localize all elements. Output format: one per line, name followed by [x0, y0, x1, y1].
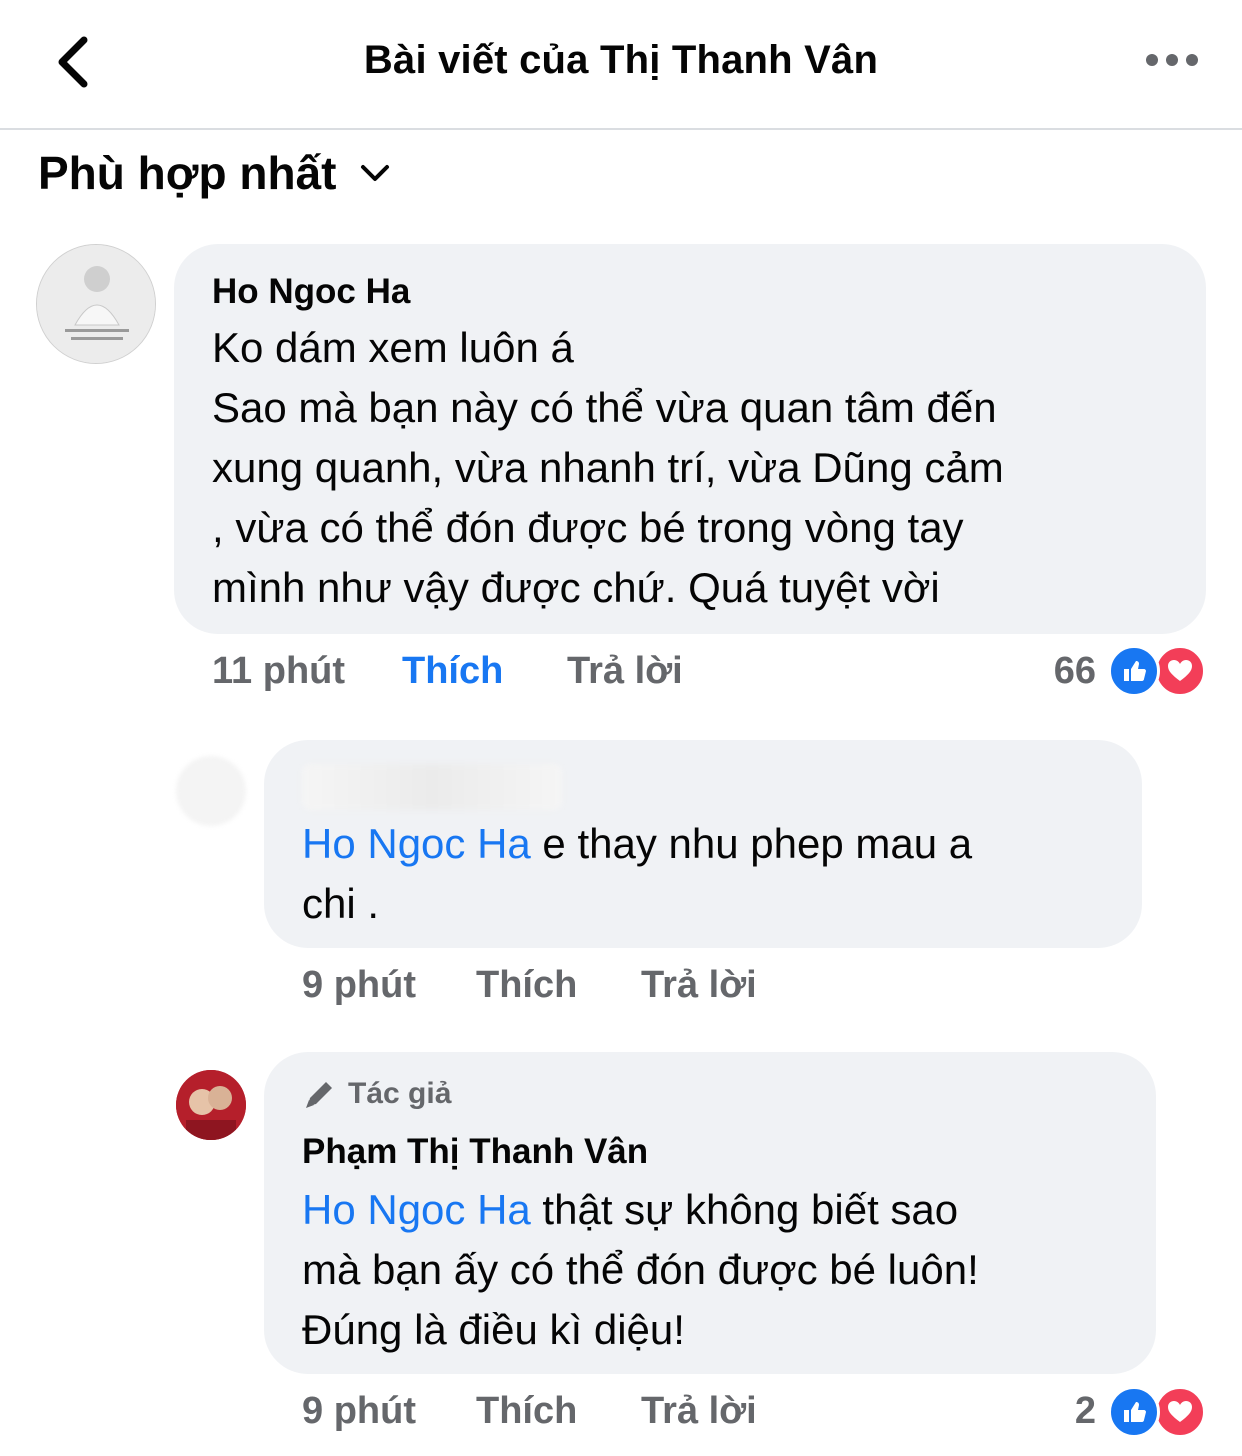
comment-author[interactable]: Ho Ngoc Ha: [212, 272, 410, 312]
reaction-count[interactable]: 66: [1000, 650, 1096, 693]
reply-text-line: Ho Ngoc Ha thật sự không biết sao: [302, 1180, 958, 1239]
chevron-down-icon: [361, 165, 390, 181]
avatar[interactable]: [36, 244, 156, 364]
sort-label: Phù hợp nhất: [38, 147, 337, 199]
reply-text-line: chi .: [302, 880, 380, 927]
like-button[interactable]: Thích: [476, 964, 577, 1007]
comment-timestamp: 9 phút: [302, 1390, 416, 1432]
comment-author[interactable]: Phạm Thị Thanh Vân: [302, 1132, 648, 1172]
top-bar: Bài viết của Thị Thanh Vân: [0, 0, 1242, 130]
reaction-summary[interactable]: [1108, 1386, 1208, 1438]
author-badge-label: Tác giả: [348, 1077, 452, 1110]
more-options-button[interactable]: [1140, 42, 1204, 78]
avatar[interactable]: [176, 756, 246, 826]
reply-text-line: mà bạn ấy có thể đón được bé luôn!: [302, 1246, 979, 1293]
comment-text-line: Ko dám xem luôn á: [212, 324, 574, 371]
reply-text-line: Ho Ngoc Ha e thay nhu phep mau a: [302, 814, 972, 873]
love-reaction-icon: [1154, 645, 1206, 697]
reply-text: e thay nhu phep mau a: [530, 820, 973, 867]
like-reaction-icon: [1108, 1386, 1160, 1438]
page-title: Bài viết của Thị Thanh Vân: [363, 38, 879, 82]
comment-sort-dropdown[interactable]: Phù hợp nhất: [38, 146, 390, 200]
reply-button[interactable]: Trả lời: [641, 1390, 757, 1433]
reaction-count[interactable]: 2: [1000, 1390, 1096, 1433]
comment-text-line: , vừa có thể đón được bé trong vòng tay: [212, 504, 964, 551]
mention-link[interactable]: Ho Ngoc Ha: [302, 1186, 531, 1233]
blurred-author-name: [302, 764, 562, 810]
like-reaction-icon: [1108, 645, 1160, 697]
reply-button[interactable]: Trả lời: [641, 964, 757, 1007]
love-reaction-icon: [1154, 1386, 1206, 1438]
pencil-icon: [306, 1082, 332, 1108]
like-button[interactable]: Thích: [402, 650, 503, 693]
comment-text-line: mình như vậy được chứ. Quá tuyệt vời: [212, 564, 940, 611]
reaction-summary[interactable]: [1108, 645, 1208, 697]
like-button[interactable]: Thích: [476, 1390, 577, 1433]
reply-button[interactable]: Trả lời: [567, 650, 683, 693]
author-badge: Tác giả: [302, 1076, 451, 1112]
more-dots-icon: [1146, 54, 1198, 66]
reply-text-line: Đúng là điều kì diệu!: [302, 1306, 685, 1353]
comment-timestamp: 9 phút: [302, 964, 416, 1006]
comment-timestamp: 11 phút: [212, 650, 346, 692]
comment-text-line: xung quanh, vừa nhanh trí, vừa Dũng cảm: [212, 444, 1004, 491]
comment-text-line: Sao mà bạn này có thể vừa quan tâm đến: [212, 384, 997, 431]
reply-text: thật sự không biết sao: [530, 1186, 959, 1233]
mention-link[interactable]: Ho Ngoc Ha: [302, 820, 531, 867]
avatar[interactable]: [176, 1070, 246, 1140]
